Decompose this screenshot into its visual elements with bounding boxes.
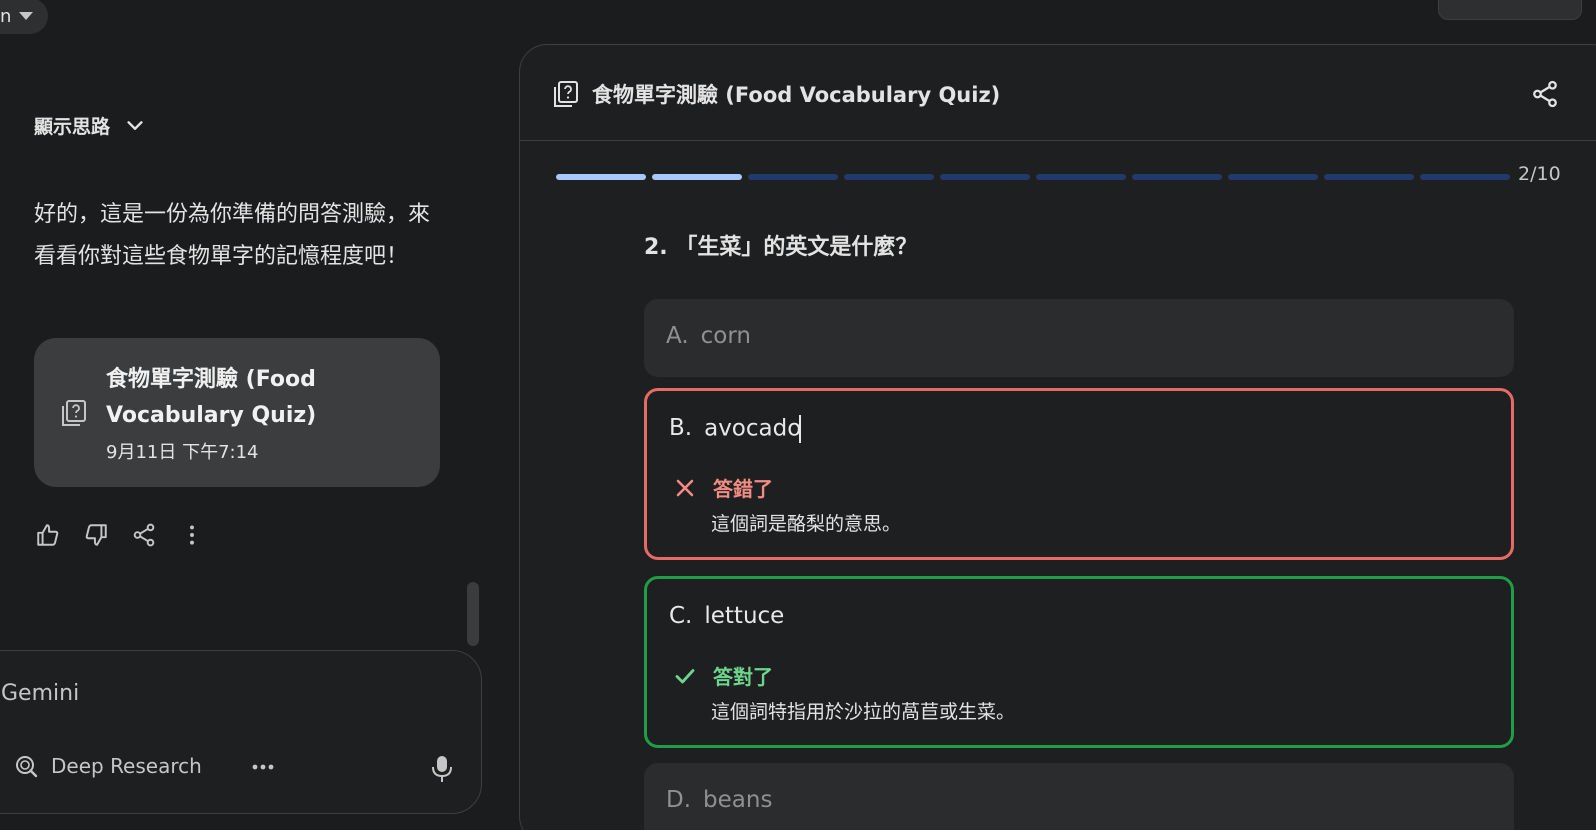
deep-research-label: Deep Research: [51, 754, 202, 778]
option-text: corn: [700, 323, 751, 349]
model-selector-label: n: [0, 5, 12, 27]
progress-segment: [1036, 174, 1126, 180]
option-text: avocado: [704, 415, 802, 442]
model-selector[interactable]: n: [0, 0, 48, 34]
deep-research-icon: [16, 756, 38, 778]
option-explanation: 這個詞特指用於沙拉的萵苣或生菜。: [711, 701, 1016, 723]
share-icon[interactable]: [1530, 79, 1560, 109]
share-icon: [133, 523, 155, 547]
progress-segment: [652, 174, 742, 180]
verdict-label: 答錯了: [713, 477, 773, 501]
quiz-card-title: 食物單字測驗 (Food Vocabulary Quiz): [106, 367, 317, 428]
verdict-correct: 答對了: [673, 661, 773, 690]
app-root: n 顯示思路 好的，這是一份為你準備的問答測驗，來看看你對這些食物單字的記憶程度…: [0, 0, 1596, 830]
chevron-down-icon: [19, 12, 34, 20]
quiz-question: 2. 「生菜」的英文是什麼？: [644, 235, 918, 260]
progress-segment: [1324, 174, 1414, 180]
thumbs-up-button[interactable]: [34, 521, 62, 549]
option-text: lettuce: [704, 603, 785, 629]
progress-segment: [844, 174, 934, 180]
quiz-icon: [554, 81, 578, 107]
quiz-progress-bar: [556, 174, 1510, 180]
option-letter: D.: [666, 787, 692, 813]
quiz-progress-label: 2/10: [1518, 163, 1561, 185]
prompt-input-box[interactable]: Gemini Deep Research: [0, 650, 482, 814]
answer-option-d[interactable]: D. beans: [644, 763, 1514, 830]
progress-segment: [556, 174, 646, 180]
check-icon: [675, 668, 695, 683]
answer-option-c[interactable]: C. lettuce 答對了 這個詞特指用於沙拉的萵苣或生菜。: [644, 576, 1514, 748]
thumbs-down-button[interactable]: [82, 521, 110, 549]
progress-segment: [748, 174, 838, 180]
progress-segment: [1228, 174, 1318, 180]
progress-segment: [1420, 174, 1510, 180]
option-c-line: C. lettuce: [669, 603, 784, 629]
option-letter: A.: [666, 323, 689, 349]
quiz-card[interactable]: 食物單字測驗 (Food Vocabulary Quiz) 9月11日 下午7:…: [34, 338, 440, 487]
thumbs-down-icon: [85, 524, 107, 546]
answer-option-b[interactable]: B. avocado 答錯了 這個詞是酪梨的意思。: [644, 388, 1514, 560]
answer-option-a[interactable]: A. corn: [644, 299, 1514, 377]
option-d-line: D. beans: [666, 787, 772, 813]
quiz-panel-title: 食物單字測驗 (Food Vocabulary Quiz): [592, 83, 1001, 107]
progress-segment: [940, 174, 1030, 180]
more-tools-icon[interactable]: [251, 763, 275, 771]
progress-segment: [1132, 174, 1222, 180]
feedback-row: [34, 521, 206, 549]
option-text: beans: [703, 787, 773, 813]
show-thinking-toggle[interactable]: 顯示思路: [34, 112, 146, 139]
option-letter: B.: [669, 415, 693, 441]
quiz-icon: [62, 400, 86, 426]
more-options-button[interactable]: [178, 521, 206, 549]
chevron-down-icon: [127, 120, 143, 130]
text-cursor: [799, 415, 802, 443]
option-b-line: B. avocado: [669, 415, 802, 443]
option-a-line: A. corn: [666, 323, 751, 349]
show-thinking-label: 顯示思路: [34, 116, 111, 138]
close-icon: [676, 479, 694, 496]
chat-scrollbar[interactable]: [467, 582, 479, 646]
option-explanation: 這個詞是酪梨的意思。: [711, 513, 902, 535]
option-letter: C.: [669, 603, 693, 629]
deep-research-button[interactable]: Deep Research: [13, 753, 202, 779]
top-right-button[interactable]: [1438, 0, 1582, 20]
more-vert-icon: [190, 525, 194, 545]
prompt-input-placeholder[interactable]: Gemini: [1, 681, 79, 706]
share-button[interactable]: [130, 521, 158, 549]
verdict-label: 答對了: [713, 665, 773, 689]
quiz-panel-header: 食物單字測驗 (Food Vocabulary Quiz): [520, 45, 1596, 141]
verdict-wrong: 答錯了: [673, 473, 773, 502]
quiz-panel: 食物單字測驗 (Food Vocabulary Quiz) 2/10 2. 「生…: [519, 44, 1596, 830]
thumbs-up-icon: [37, 524, 59, 546]
microphone-icon[interactable]: [431, 755, 453, 783]
quiz-card-date: 9月11日 下午7:14: [106, 442, 259, 463]
assistant-reply-text: 好的，這是一份為你準備的問答測驗，來看看你對這些食物單字的記憶程度吧！: [34, 202, 431, 269]
